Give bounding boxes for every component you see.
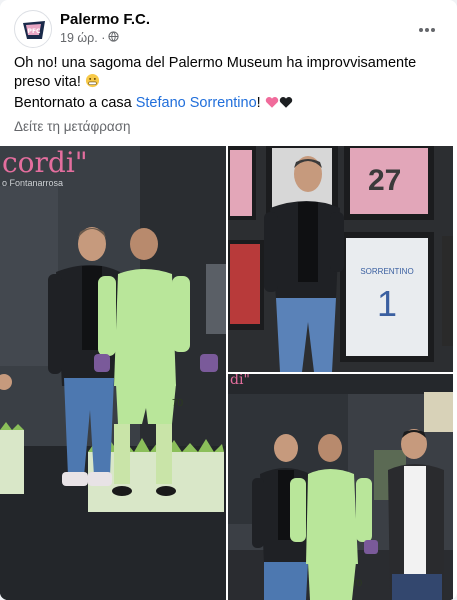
globe-icon: [108, 31, 119, 45]
page-name[interactable]: Palermo F.C.: [60, 11, 150, 28]
post-line-2: Bentornato a casa Stefano Sorrentino!: [14, 94, 444, 115]
wall-subtext: o Fontanarrosa: [2, 178, 63, 188]
grimace-emoji-icon: [85, 73, 100, 94]
wall-text: di": [230, 374, 250, 388]
photo-main[interactable]: cordi" o Fontanarrosa 70: [0, 146, 226, 600]
photo-bottom-right[interactable]: di" 70: [228, 374, 453, 600]
mention-link[interactable]: Stefano Sorrentino: [136, 95, 257, 111]
more-options-button[interactable]: [412, 14, 442, 44]
post-text: Oh no! una sagoma del Palermo Museum ha …: [14, 54, 444, 115]
shirt-number-top: 27: [368, 164, 401, 197]
post-header: PFC Palermo F.C. 19 ώρ. ·: [14, 10, 444, 50]
shorts-number: 70: [172, 398, 184, 409]
photo-gallery: cordi" o Fontanarrosa 70 27 SORRENTINO 1…: [0, 146, 457, 600]
black-heart-icon: [279, 96, 293, 115]
see-translation-link[interactable]: Δείτε τη μετάφραση: [14, 119, 131, 134]
photo-top-right[interactable]: 27 SORRENTINO 1: [228, 146, 453, 372]
post-meta: 19 ώρ. ·: [60, 31, 119, 45]
pink-heart-icon: [265, 96, 279, 115]
post-card: PFC Palermo F.C. 19 ώρ. · Oh no! una sag…: [0, 0, 457, 600]
shirt-number: 1: [377, 283, 397, 324]
page-avatar[interactable]: PFC: [14, 10, 52, 48]
svg-text:PFC: PFC: [28, 28, 41, 35]
shirt-name: SORRENTINO: [360, 267, 413, 276]
post-line-1: Oh no! una sagoma del Palermo Museum ha …: [14, 54, 444, 94]
timestamp[interactable]: 19 ώρ. ·: [60, 31, 105, 45]
wall-text: cordi": [2, 146, 88, 179]
more-horizontal-icon: [418, 20, 436, 38]
